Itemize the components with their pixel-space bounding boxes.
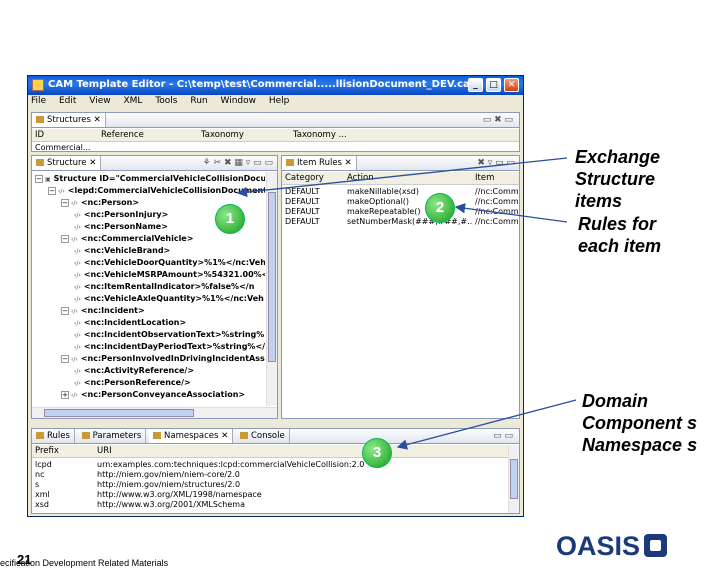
arrow-domain — [396, 399, 577, 450]
oasis-logo: OASIS — [556, 531, 668, 562]
callout-3: 3 — [362, 438, 392, 468]
arrow-rules — [454, 203, 568, 223]
annotation-arrows — [236, 157, 577, 450]
arrow-exchange — [236, 157, 568, 198]
callout-1: 1 — [215, 204, 245, 234]
callout-2: 2 — [425, 193, 455, 223]
annotation-exchange: Exchange Structure items — [575, 147, 661, 211]
slide-number: 21 — [17, 552, 32, 567]
annotation-domain: Domain Component s Namespace s — [582, 391, 698, 455]
oasis-logo-text: OASIS — [556, 531, 641, 561]
annotation-rules: Rules for each item — [578, 214, 662, 256]
oasis-logo-icon — [644, 534, 668, 557]
